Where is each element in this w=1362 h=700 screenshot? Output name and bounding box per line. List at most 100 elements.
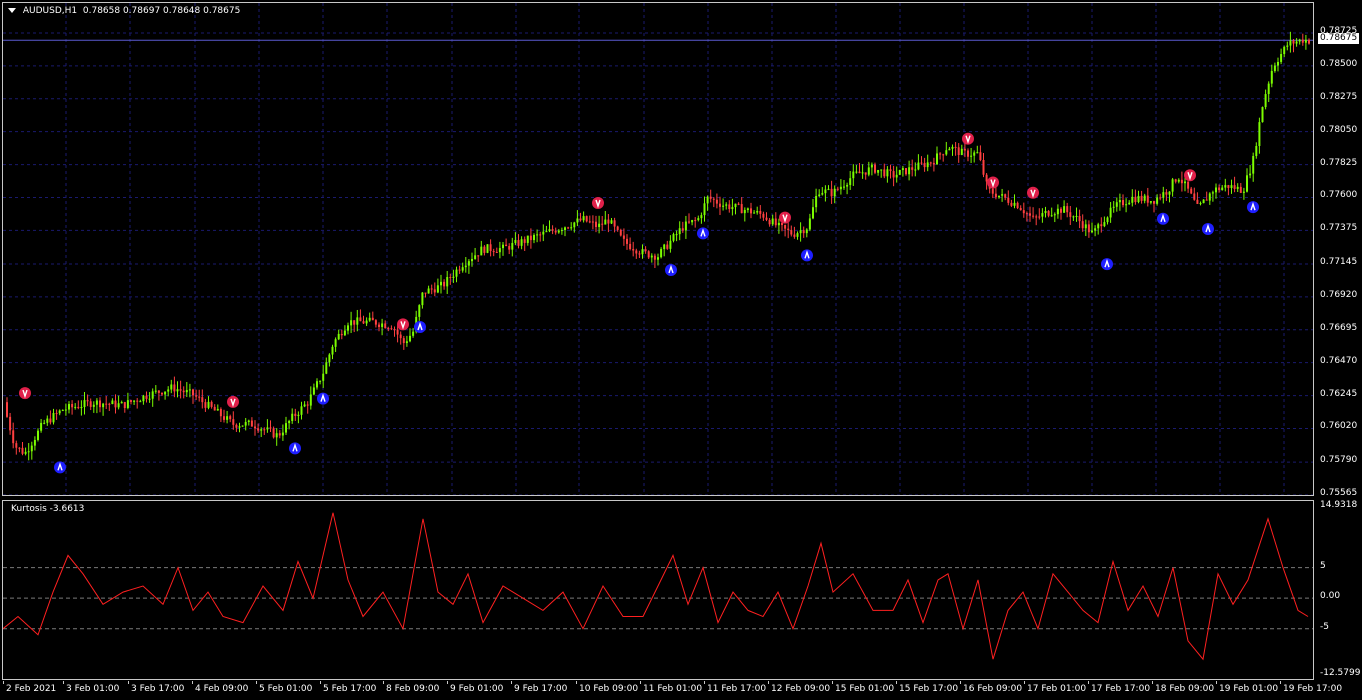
candle-body (675, 234, 678, 236)
candle-body (523, 239, 526, 243)
candle-body (731, 207, 734, 210)
candle-body (312, 387, 315, 395)
candle-body (1016, 202, 1019, 209)
candle-body (1097, 224, 1100, 229)
price-chart-pane[interactable]: AUDUSD,H1 0.78658 0.78697 0.78648 0.7867… (2, 2, 1314, 496)
buy-signal-icon (1247, 201, 1259, 214)
candle-body (877, 170, 880, 173)
candle-body (402, 338, 405, 344)
candle-body (641, 249, 644, 255)
candle-body (508, 246, 511, 250)
candle-body (737, 203, 740, 205)
candle-body (663, 244, 666, 250)
candle-body (694, 220, 697, 222)
candle-body (1255, 145, 1258, 156)
buy-signal-icon (1157, 212, 1169, 225)
candle-body (917, 162, 920, 170)
time-axis-tick (960, 681, 961, 684)
candle-body (505, 244, 508, 247)
candle-body (1205, 199, 1208, 201)
candle-body (632, 249, 635, 251)
collapse-triangle-icon[interactable] (8, 8, 16, 13)
candle-body (306, 404, 309, 406)
time-axis-label: 15 Feb 17:00 (899, 684, 959, 694)
candle-body (210, 401, 213, 407)
candle-body (802, 230, 805, 234)
candle-body (384, 323, 387, 329)
candle-body (219, 408, 222, 417)
candle-body (294, 413, 297, 416)
candle-body (427, 288, 430, 294)
time-axis-label: 4 Feb 09:00 (195, 684, 249, 694)
candle-body (498, 248, 501, 253)
candle-body (1283, 46, 1286, 55)
candle-body (331, 346, 334, 355)
sell-signal-icon (987, 176, 999, 189)
time-axis[interactable]: 2 Feb 2021 3 Feb 01:00 3 Feb 17:00 4 Feb 09… (0, 681, 1362, 700)
candle-body (1112, 206, 1115, 208)
candle-body (108, 403, 111, 405)
candle-body (266, 427, 269, 430)
candle-body (787, 228, 790, 231)
candle-body (238, 426, 241, 428)
buy-signal-icon (697, 227, 709, 240)
candle-body (1122, 200, 1124, 206)
candle-body (793, 234, 796, 237)
candle-body (1252, 155, 1255, 174)
candle-body (322, 373, 325, 381)
candle-body (861, 172, 864, 174)
time-axis-label: 8 Feb 09:00 (386, 684, 440, 694)
candle-body (669, 240, 672, 249)
candle-body (378, 324, 380, 327)
candle-body (715, 199, 718, 204)
candle-body (12, 430, 15, 444)
candle-body (483, 246, 486, 253)
candle-body (117, 403, 120, 408)
candle-body (672, 234, 675, 241)
candle-body (799, 230, 802, 234)
candle-body (706, 196, 709, 204)
indicator-pane[interactable]: Kurtosis -3.6613 (2, 500, 1314, 680)
candle-body (176, 389, 179, 392)
candle-body (1295, 41, 1298, 44)
candle-body (619, 229, 622, 236)
candle-body (533, 235, 535, 241)
price-axis-label: 0.75790 (1320, 455, 1358, 466)
candle-body (309, 394, 312, 406)
candle-body (998, 195, 1000, 198)
time-axis-tick (576, 681, 577, 684)
candle-body (495, 251, 498, 253)
candle-body (300, 406, 303, 415)
candle-body (105, 403, 108, 405)
candle-body (901, 168, 904, 170)
candle-body (1063, 206, 1066, 213)
candle-body (985, 174, 988, 182)
candle-body (18, 447, 21, 449)
candle-body (328, 354, 331, 363)
candle-body (52, 413, 55, 423)
candle-body (1298, 39, 1301, 42)
candle-body (49, 418, 52, 423)
candle-body (777, 222, 780, 226)
buy-signal-icon (289, 442, 301, 455)
candle-body (647, 251, 650, 258)
candle-body (37, 430, 39, 440)
time-axis-label: 17 Feb 01:00 (1027, 684, 1087, 694)
candle-body (529, 235, 532, 241)
price-axis-label: 0.76695 (1320, 322, 1358, 333)
time-axis-label: 19 Feb 17:00 (1283, 684, 1343, 694)
candle-body (343, 330, 346, 336)
buy-signal-icon (317, 392, 329, 405)
candle-body (526, 235, 529, 243)
candle-body (1242, 191, 1245, 193)
candle-body (688, 221, 690, 223)
candle-body (1025, 213, 1028, 215)
candle-body (15, 443, 18, 448)
candle-body (1273, 65, 1276, 72)
time-axis-label: 11 Feb 01:00 (643, 684, 703, 694)
candle-body (753, 212, 756, 214)
candle-body (743, 209, 746, 214)
time-axis-label: 15 Feb 01:00 (835, 684, 895, 694)
candle-body (939, 153, 942, 155)
candle-body (548, 229, 551, 232)
